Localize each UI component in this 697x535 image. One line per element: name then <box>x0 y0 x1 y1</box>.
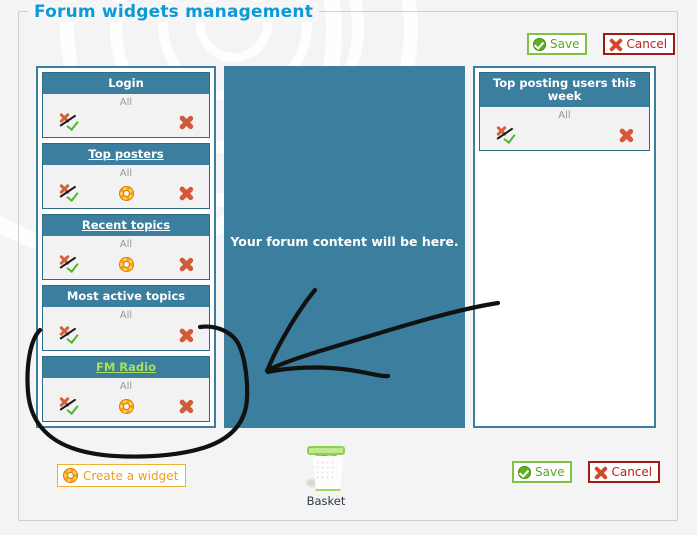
widget-header: Top posting users this week <box>480 73 649 107</box>
cancel-button-label: Cancel <box>626 37 668 51</box>
top-action-bar: Save Cancel <box>527 33 676 55</box>
widget-title: Most active topics <box>66 289 186 303</box>
page-title: Forum widgets management <box>28 2 320 22</box>
widget-scope-label: All <box>119 310 133 321</box>
widget-title[interactable]: FM Radio <box>96 360 156 374</box>
widget-card[interactable]: FM Radio All <box>42 356 210 422</box>
bottom-action-bar: Save Cancel <box>512 461 661 483</box>
widget-title: Top posting users this week <box>492 76 637 103</box>
widget-scope-label: All <box>119 239 133 250</box>
right-widget-column[interactable]: Top posting users this week All <box>473 66 656 428</box>
toggle-visibility-icon[interactable] <box>59 255 83 273</box>
widget-actions <box>43 324 209 346</box>
widget-body: All <box>43 378 209 421</box>
widget-card[interactable]: Most active topics All <box>42 285 210 351</box>
widget-action-left <box>53 113 104 131</box>
widget-action-right <box>148 186 199 201</box>
widget-scope-label: All <box>119 168 133 179</box>
forum-content-placeholder: Your forum content will be here. <box>224 66 465 428</box>
widget-card[interactable]: Top posting users this week All <box>479 72 650 151</box>
left-widget-column[interactable]: Login All Top posters All Recent topics All Mo… <box>36 66 216 428</box>
save-button-label: Save <box>550 37 580 51</box>
delete-icon[interactable] <box>178 115 193 130</box>
create-widget-label: Create a widget <box>83 468 179 483</box>
widget-body: All <box>43 307 209 350</box>
create-widget-button[interactable]: Create a widget <box>57 464 187 487</box>
basket-label: Basket <box>306 494 346 508</box>
widget-action-right <box>587 128 639 143</box>
red-x-icon <box>594 466 607 479</box>
widget-action-right <box>148 328 199 343</box>
widget-card[interactable]: Login All <box>42 72 210 138</box>
cancel-button-bottom[interactable]: Cancel <box>588 461 661 483</box>
widget-header: Login <box>43 73 209 94</box>
widget-action-right <box>148 115 199 130</box>
widget-title[interactable]: Top posters <box>88 147 163 161</box>
widget-header: Most active topics <box>43 286 209 307</box>
cancel-button-label: Cancel <box>611 465 653 479</box>
widget-header: Recent topics <box>43 215 209 236</box>
widget-card[interactable]: Top posters All <box>42 143 210 209</box>
toggle-visibility-icon[interactable] <box>59 326 83 344</box>
widget-action-right <box>148 257 199 272</box>
widget-action-middle <box>104 256 149 272</box>
widget-body: All <box>43 165 209 208</box>
widget-scope-label: All <box>119 381 133 392</box>
gear-icon <box>63 468 78 483</box>
check-circle-icon <box>533 37 546 51</box>
widget-action-right <box>148 399 199 414</box>
widget-action-middle <box>104 398 149 414</box>
widget-scope-label: All <box>558 110 571 121</box>
widget-action-left <box>490 126 542 144</box>
gear-icon[interactable] <box>118 398 134 414</box>
save-button-label: Save <box>535 465 565 479</box>
widget-actions <box>43 111 209 133</box>
toggle-visibility-icon[interactable] <box>59 397 83 415</box>
basket-dropzone[interactable]: Basket <box>297 443 355 508</box>
gear-icon[interactable] <box>118 185 134 201</box>
widget-actions <box>480 124 649 146</box>
forum-content-placeholder-text: Your forum content will be here. <box>230 234 459 249</box>
widget-body: All <box>480 107 649 150</box>
delete-icon[interactable] <box>618 128 633 143</box>
toggle-visibility-icon[interactable] <box>59 184 83 202</box>
toggle-visibility-icon[interactable] <box>496 126 520 144</box>
widget-card[interactable]: Recent topics All <box>42 214 210 280</box>
toggle-visibility-icon[interactable] <box>59 113 83 131</box>
save-button-bottom[interactable]: Save <box>512 461 573 483</box>
cancel-button-top[interactable]: Cancel <box>603 33 676 55</box>
check-circle-icon <box>518 465 531 479</box>
widget-action-left <box>53 255 104 273</box>
delete-icon[interactable] <box>178 399 193 414</box>
widget-body: All <box>43 94 209 137</box>
widget-header: Top posters <box>43 144 209 165</box>
widget-body: All <box>43 236 209 279</box>
red-x-icon <box>609 38 622 51</box>
delete-icon[interactable] <box>178 257 193 272</box>
widget-action-left <box>53 397 104 415</box>
widget-actions <box>43 395 209 417</box>
widget-title[interactable]: Recent topics <box>82 218 170 232</box>
delete-icon[interactable] <box>178 328 193 343</box>
save-button-top[interactable]: Save <box>527 33 588 55</box>
trash-basket-icon <box>306 443 345 491</box>
widget-actions <box>43 182 209 204</box>
widget-header: FM Radio <box>43 357 209 378</box>
widget-action-left <box>53 326 104 344</box>
gear-icon[interactable] <box>118 256 134 272</box>
widget-scope-label: All <box>119 97 133 108</box>
delete-icon[interactable] <box>178 186 193 201</box>
widget-action-left <box>53 184 104 202</box>
widget-actions <box>43 253 209 275</box>
widget-title: Login <box>108 76 144 90</box>
widget-action-middle <box>104 185 149 201</box>
